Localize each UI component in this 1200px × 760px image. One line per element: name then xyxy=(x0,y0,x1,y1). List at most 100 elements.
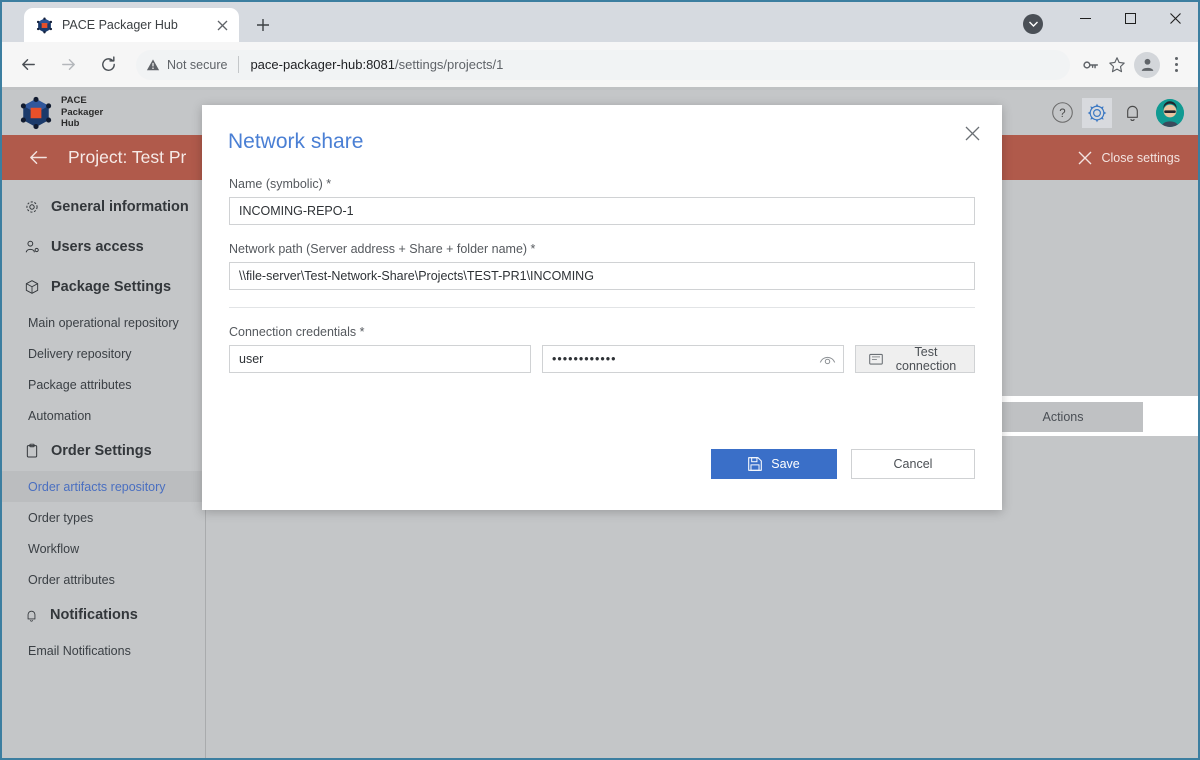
sidebar-item-label: Order artifacts repository xyxy=(28,479,166,494)
dialog-close-icon[interactable] xyxy=(958,119,986,147)
password-input[interactable] xyxy=(542,345,844,373)
sidebar-item-label: Delivery repository xyxy=(28,346,132,361)
sidebar-item-delivery-repository[interactable]: Delivery repository xyxy=(2,338,205,369)
close-settings-button[interactable]: Close settings xyxy=(1078,135,1180,180)
sidebar-item-package-settings[interactable]: Package Settings xyxy=(2,267,205,307)
save-label: Save xyxy=(771,457,800,471)
sidebar-item-label: Order Settings xyxy=(51,443,152,459)
sidebar-item-main-operational-repository[interactable]: Main operational repository xyxy=(2,307,205,338)
tab-title: PACE Packager Hub xyxy=(62,18,178,32)
eye-icon[interactable] xyxy=(818,350,836,368)
credentials-label: Connection credentials * xyxy=(229,325,365,339)
path-field-label: Network path (Server address + Share + f… xyxy=(229,242,536,256)
sidebar-item-email-notifications[interactable]: Email Notifications xyxy=(2,635,205,666)
sidebar-item-label: Notifications xyxy=(50,607,138,623)
name-field-block: Name (symbolic) * xyxy=(229,177,975,225)
sidebar-item-order-types[interactable]: Order types xyxy=(2,502,205,533)
back-arrow-icon[interactable] xyxy=(23,143,53,173)
forward-button-icon[interactable] xyxy=(52,49,84,81)
window-maximize-button[interactable] xyxy=(1108,2,1153,34)
floppy-disk-icon xyxy=(748,457,763,471)
username-input[interactable] xyxy=(229,345,531,373)
tab-search-chevron-icon[interactable] xyxy=(1023,14,1043,34)
dialog-body: Name (symbolic) * Network path (Server a… xyxy=(229,177,975,373)
cube-icon xyxy=(24,279,40,295)
network-path-input[interactable] xyxy=(229,262,975,290)
page-title: Project: Test Pr xyxy=(68,147,187,167)
omnibox-divider xyxy=(238,56,240,73)
back-button-icon[interactable] xyxy=(12,49,44,81)
logo-line-1: PACE xyxy=(61,95,87,107)
test-connection-label: Test connection xyxy=(895,345,957,373)
section-divider xyxy=(229,307,975,308)
clipboard-icon xyxy=(24,443,40,459)
profile-avatar-icon[interactable] xyxy=(1134,51,1160,78)
name-field-label: Name (symbolic) * xyxy=(229,177,332,191)
not-secure-label: Not secure xyxy=(167,57,228,72)
browser-toolbar: Not secure pace-packager-hub:8081/settin… xyxy=(2,42,1198,87)
cancel-label: Cancel xyxy=(893,457,933,471)
name-input[interactable] xyxy=(229,197,975,225)
cancel-button[interactable]: Cancel xyxy=(851,449,975,479)
bell-icon xyxy=(24,608,39,623)
topbar-icons: ? xyxy=(1047,90,1184,135)
sidebar-item-label: Main operational repository xyxy=(28,315,179,330)
test-connection-button[interactable]: Test connection xyxy=(855,345,975,373)
browser-window: PACE Packager Hub Not secure pace-packag… xyxy=(0,0,1200,760)
reload-button-icon[interactable] xyxy=(92,49,124,81)
close-settings-label: Close settings xyxy=(1101,150,1180,165)
credentials-row: Test connection xyxy=(229,345,975,373)
svg-text:?: ? xyxy=(1059,108,1065,120)
sidebar: General information Users access Package… xyxy=(2,180,206,758)
url-host: pace-packager-hub:8081 xyxy=(250,57,396,72)
path-field-block: Network path (Server address + Share + f… xyxy=(229,242,975,290)
sidebar-item-label: Package Settings xyxy=(51,279,172,295)
sidebar-item-order-artifacts-repository[interactable]: Order artifacts repository xyxy=(2,471,205,502)
dialog-footer: Save Cancel xyxy=(229,449,975,479)
gear-icon xyxy=(24,199,40,215)
help-icon[interactable]: ? xyxy=(1047,98,1077,128)
sidebar-item-label: Workflow xyxy=(28,541,80,556)
sidebar-item-order-settings[interactable]: Order Settings xyxy=(2,431,205,471)
page-viewport: PACE Packager Hub ? Project: Test Pr Clo… xyxy=(2,90,1198,758)
bookmark-star-icon[interactable] xyxy=(1104,52,1130,78)
app-logo-text: PACE Packager Hub xyxy=(61,95,103,130)
address-bar[interactable]: Not secure pace-packager-hub:8081/settin… xyxy=(136,49,1070,80)
app-logo[interactable]: PACE Packager Hub xyxy=(19,95,103,130)
user-avatar[interactable] xyxy=(1156,98,1184,127)
save-button[interactable]: Save xyxy=(711,449,837,479)
sidebar-item-general-information[interactable]: General information xyxy=(2,187,205,227)
users-icon xyxy=(24,239,40,255)
sidebar-item-users-access[interactable]: Users access xyxy=(2,227,205,267)
browser-menu-icon[interactable] xyxy=(1164,51,1188,79)
logo-line-3: Hub xyxy=(61,118,80,130)
tab-close-icon[interactable] xyxy=(213,16,231,34)
url-path: /settings/projects/1 xyxy=(395,57,504,72)
url-text: pace-packager-hub:8081/settings/projects… xyxy=(250,57,503,72)
password-key-icon[interactable] xyxy=(1078,52,1104,78)
sidebar-item-label: Order attributes xyxy=(28,572,115,587)
sidebar-item-label: Email Notifications xyxy=(28,643,131,658)
logo-line-2: Packager xyxy=(61,106,104,118)
close-icon xyxy=(1078,151,1092,165)
browser-tab[interactable]: PACE Packager Hub xyxy=(24,8,239,42)
window-controls xyxy=(1063,2,1198,34)
window-minimize-button[interactable] xyxy=(1063,2,1108,34)
warning-triangle-icon xyxy=(146,58,160,72)
notifications-bell-icon[interactable] xyxy=(1117,98,1147,128)
sidebar-item-automation[interactable]: Automation xyxy=(2,400,205,431)
sidebar-item-package-attributes[interactable]: Package attributes xyxy=(2,369,205,400)
plug-icon xyxy=(869,353,883,366)
cube-favicon-icon xyxy=(36,16,53,34)
not-secure-chip[interactable]: Not secure xyxy=(146,58,227,72)
sidebar-item-label: Order types xyxy=(28,510,94,525)
sidebar-item-workflow[interactable]: Workflow xyxy=(2,533,205,564)
sidebar-item-notifications[interactable]: Notifications xyxy=(2,595,205,635)
sidebar-item-label: Users access xyxy=(51,239,144,255)
password-field-wrapper xyxy=(542,345,844,373)
window-close-button[interactable] xyxy=(1153,2,1198,34)
sidebar-item-order-attributes[interactable]: Order attributes xyxy=(2,564,205,595)
settings-gear-icon[interactable] xyxy=(1082,97,1112,128)
new-tab-button[interactable] xyxy=(249,11,277,39)
dialog-title: Network share xyxy=(228,130,364,153)
